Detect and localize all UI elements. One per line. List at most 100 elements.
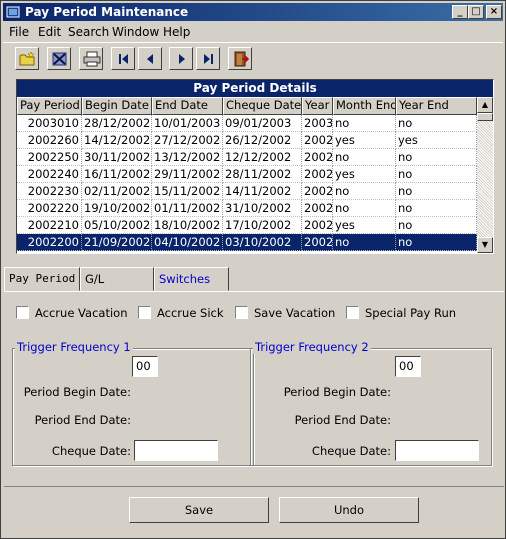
- frequency-1-field[interactable]: 00: [132, 356, 158, 377]
- title-bar[interactable]: Pay Period Maintenance _ □ ×: [3, 3, 503, 21]
- column-header-month-end[interactable]: Month End: [333, 97, 396, 115]
- grid-scrollbar[interactable]: ▲ ▼: [477, 97, 493, 253]
- accrue-sick-checkbox[interactable]: Accrue Sick: [138, 306, 224, 320]
- begin-date-cell[interactable]: 05/10/2002: [82, 217, 152, 234]
- menu-edit[interactable]: Edit: [38, 25, 61, 39]
- month-end-cell[interactable]: yes: [333, 166, 396, 183]
- cheque-date-cell[interactable]: 12/12/2002: [223, 149, 302, 166]
- cheque-date-2-field[interactable]: [395, 440, 479, 461]
- table-row[interactable]: 2002250 30/11/2002 13/12/2002 12/12/2002 200…: [17, 149, 477, 166]
- pay-period-cell[interactable]: 2002210: [17, 217, 82, 234]
- table-row[interactable]: 2002210 05/10/2002 18/10/2002 17/10/2002 200…: [17, 217, 477, 234]
- cheque-date-cell[interactable]: 03/10/2002: [223, 234, 302, 251]
- checkbox-box[interactable]: [235, 306, 248, 319]
- cheque-date-cell[interactable]: 31/10/2002: [223, 200, 302, 217]
- checkbox-box[interactable]: [16, 306, 29, 319]
- year-cell[interactable]: 2002: [302, 200, 333, 217]
- end-date-cell[interactable]: 01/11/2002: [152, 200, 223, 217]
- cheque-date-cell[interactable]: 14/11/2002: [223, 183, 302, 200]
- first-record-button[interactable]: [111, 47, 135, 70]
- cheque-date-cell[interactable]: 26/12/2002: [223, 132, 302, 149]
- maximize-button[interactable]: □: [468, 5, 484, 19]
- cheque-date-1-field[interactable]: [134, 440, 218, 461]
- cheque-date-cell[interactable]: 28/11/2002: [223, 166, 302, 183]
- pay-period-cell[interactable]: 2002260: [17, 132, 82, 149]
- month-end-cell[interactable]: no: [333, 234, 396, 251]
- exit-button[interactable]: [228, 47, 252, 70]
- special-pay-run-checkbox[interactable]: Special Pay Run: [346, 306, 456, 320]
- menu-search[interactable]: Search: [68, 25, 109, 39]
- month-end-cell[interactable]: no: [333, 183, 396, 200]
- previous-record-button[interactable]: [138, 47, 162, 70]
- last-record-button[interactable]: [196, 47, 220, 70]
- tab-pay-period[interactable]: Pay Period: [4, 267, 80, 291]
- year-end-cell[interactable]: no: [396, 166, 477, 183]
- accrue-vacation-checkbox[interactable]: Accrue Vacation: [16, 306, 127, 320]
- pay-period-cell[interactable]: 2002220: [17, 200, 82, 217]
- column-header-end-date[interactable]: End Date: [152, 97, 223, 115]
- pay-period-cell[interactable]: 2002230: [17, 183, 82, 200]
- begin-date-cell[interactable]: 02/11/2002: [82, 183, 152, 200]
- year-end-cell[interactable]: no: [396, 149, 477, 166]
- column-header-cheque-date[interactable]: Cheque Date: [223, 97, 302, 115]
- cheque-date-cell[interactable]: 17/10/2002: [223, 217, 302, 234]
- scroll-up-button[interactable]: ▲: [477, 97, 493, 113]
- month-end-cell[interactable]: no: [333, 149, 396, 166]
- tab-gl[interactable]: G/L: [80, 267, 154, 291]
- table-row[interactable]: 2002240 16/11/2002 29/11/2002 28/11/2002 200…: [17, 166, 477, 183]
- year-end-cell[interactable]: no: [396, 217, 477, 234]
- end-date-cell[interactable]: 18/10/2002: [152, 217, 223, 234]
- month-end-cell[interactable]: yes: [333, 217, 396, 234]
- year-cell[interactable]: 2002: [302, 234, 333, 251]
- year-end-cell[interactable]: no: [396, 234, 477, 251]
- begin-date-cell[interactable]: 28/12/2002: [82, 115, 152, 132]
- tab-switches[interactable]: Switches: [154, 267, 229, 291]
- minimize-button[interactable]: _: [452, 5, 468, 19]
- close-button[interactable]: ×: [486, 5, 502, 19]
- cheque-date-cell[interactable]: 09/01/2003: [223, 115, 302, 132]
- column-header-year[interactable]: Year: [302, 97, 333, 115]
- year-cell[interactable]: 2002: [302, 149, 333, 166]
- menu-window[interactable]: Window: [112, 25, 159, 39]
- year-end-cell[interactable]: no: [396, 115, 477, 132]
- pay-period-cell[interactable]: 2002240: [17, 166, 82, 183]
- undo-button[interactable]: Undo: [279, 497, 419, 523]
- save-button[interactable]: Save: [129, 497, 269, 523]
- menu-file[interactable]: File: [9, 25, 29, 39]
- new-button[interactable]: [15, 47, 39, 70]
- end-date-cell[interactable]: 27/12/2002: [152, 132, 223, 149]
- table-row[interactable]: 2003010 28/12/2002 10/01/2003 09/01/2003 200…: [17, 115, 477, 132]
- year-cell[interactable]: 2002: [302, 183, 333, 200]
- column-header-year-end[interactable]: Year End: [396, 97, 477, 115]
- column-header-begin-date[interactable]: Begin Date: [82, 97, 152, 115]
- table-row[interactable]: 2002230 02/11/2002 15/11/2002 14/11/2002 200…: [17, 183, 477, 200]
- pay-period-cell[interactable]: 2003010: [17, 115, 82, 132]
- year-cell[interactable]: 2002: [302, 132, 333, 149]
- begin-date-cell[interactable]: 30/11/2002: [82, 149, 152, 166]
- year-end-cell[interactable]: no: [396, 200, 477, 217]
- month-end-cell[interactable]: no: [333, 200, 396, 217]
- month-end-cell[interactable]: yes: [333, 132, 396, 149]
- begin-date-cell[interactable]: 19/10/2002: [82, 200, 152, 217]
- begin-date-cell[interactable]: 21/09/2002: [82, 234, 152, 251]
- end-date-cell[interactable]: 29/11/2002: [152, 166, 223, 183]
- table-row[interactable]: 2002220 19/10/2002 01/11/2002 31/10/2002 200…: [17, 200, 477, 217]
- year-end-cell[interactable]: no: [396, 183, 477, 200]
- table-row[interactable]: 2002260 14/12/2002 27/12/2002 26/12/2002 200…: [17, 132, 477, 149]
- pay-period-cell[interactable]: 2002200: [17, 234, 82, 251]
- next-record-button[interactable]: [169, 47, 193, 70]
- year-cell[interactable]: 2002: [302, 166, 333, 183]
- begin-date-cell[interactable]: 14/12/2002: [82, 132, 152, 149]
- column-header-pay-period[interactable]: Pay Period: [17, 97, 82, 115]
- checkbox-box[interactable]: [138, 306, 151, 319]
- pay-period-cell[interactable]: 2002250: [17, 149, 82, 166]
- month-end-cell[interactable]: no: [333, 115, 396, 132]
- scroll-track[interactable]: [477, 113, 493, 237]
- menu-help[interactable]: Help: [163, 25, 190, 39]
- delete-button[interactable]: [47, 47, 71, 70]
- end-date-cell[interactable]: 10/01/2003: [152, 115, 223, 132]
- year-cell[interactable]: 2002: [302, 217, 333, 234]
- print-button[interactable]: [79, 47, 103, 70]
- frequency-2-field[interactable]: 00: [395, 356, 421, 377]
- end-date-cell[interactable]: 15/11/2002: [152, 183, 223, 200]
